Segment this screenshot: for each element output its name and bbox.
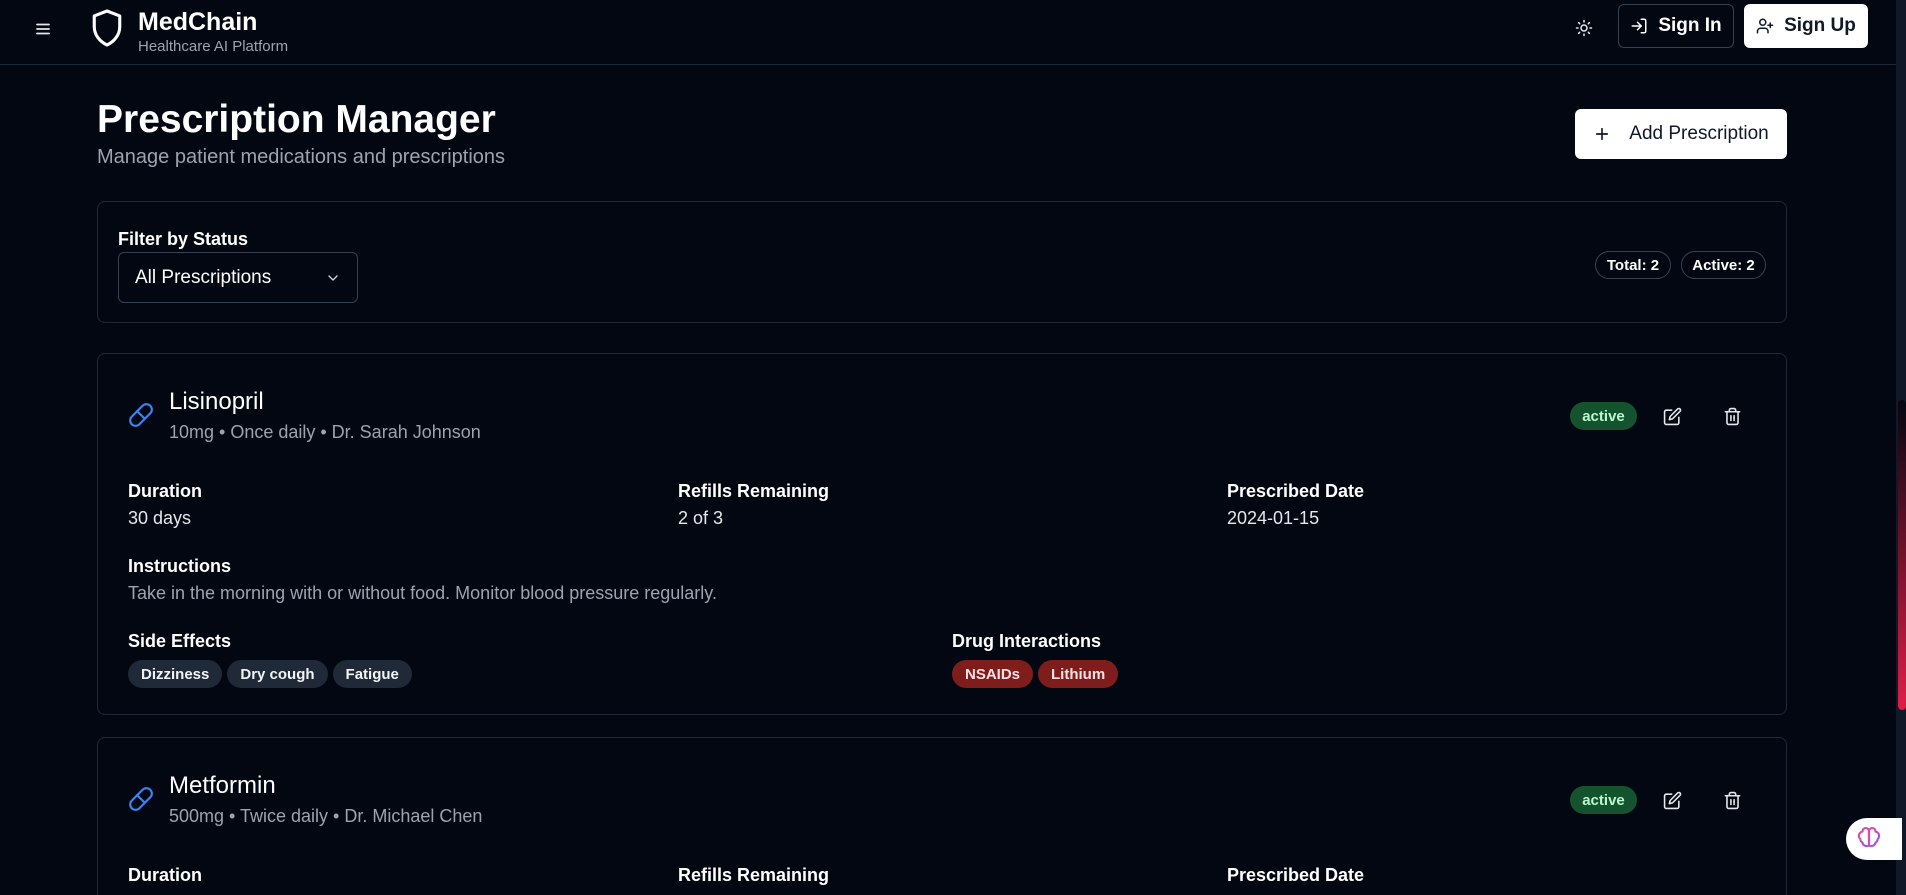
chevron-down-icon xyxy=(328,274,338,281)
instructions-text: Take in the morning with or without food… xyxy=(128,583,717,603)
prescribed-date-value: 2024-01-15 xyxy=(1227,508,1320,528)
refills-value: 2 of 3 xyxy=(678,508,724,528)
scrollbar-thumb[interactable] xyxy=(1898,400,1906,710)
add-prescription-label: Add Prescription xyxy=(1629,123,1769,144)
status-filter-select[interactable]: All Prescriptions xyxy=(118,252,358,303)
drug-interactions-list: NSAIDs Lithium xyxy=(952,660,1119,688)
log-in-icon xyxy=(1631,18,1647,34)
prescription-meta: 10mg • Once daily • Dr. Sarah Johnson xyxy=(169,422,481,442)
edit-button[interactable] xyxy=(1658,786,1686,814)
edit-icon xyxy=(1663,791,1681,809)
prescription-name: Metformin xyxy=(169,772,276,799)
sign-up-label: Sign Up xyxy=(1784,15,1856,36)
filter-card: Filter by Status All Prescriptions Total… xyxy=(97,201,1787,323)
menu-icon xyxy=(36,23,50,35)
edit-button[interactable] xyxy=(1658,402,1686,430)
active-count-badge: Active: 2 xyxy=(1681,251,1766,279)
drug-interaction-chip: NSAIDs xyxy=(952,660,1034,688)
prescription-meta: 500mg • Twice daily • Dr. Michael Chen xyxy=(169,806,483,826)
side-effects-label: Side Effects xyxy=(128,631,232,651)
prescription-card: Lisinopril 10mg • Once daily • Dr. Sarah… xyxy=(97,353,1787,715)
user-plus-icon xyxy=(1756,18,1774,34)
drug-interactions-label: Drug Interactions xyxy=(952,631,1102,651)
side-effects-list: Dizziness Dry cough Fatigue xyxy=(128,660,412,688)
edit-icon xyxy=(1663,407,1681,425)
pill-icon xyxy=(129,403,153,427)
sign-in-label: Sign In xyxy=(1658,15,1722,36)
prescription-name: Lisinopril xyxy=(169,388,264,415)
plus-icon xyxy=(1596,127,1609,141)
add-prescription-button[interactable]: Add Prescription xyxy=(1575,109,1787,159)
brain-icon xyxy=(1857,826,1881,848)
brand[interactable]: MedChain Healthcare AI Platform xyxy=(90,8,288,56)
pill-icon xyxy=(129,787,153,811)
side-effect-chip: Fatigue xyxy=(332,660,412,688)
duration-label: Duration xyxy=(128,865,202,885)
filter-label: Filter by Status xyxy=(118,229,249,249)
brand-subtitle: Healthcare AI Platform xyxy=(138,38,289,55)
page-subtitle: Manage patient medications and prescript… xyxy=(97,146,506,168)
side-effect-chip: Dry cough xyxy=(227,660,328,688)
menu-button[interactable] xyxy=(28,14,58,44)
trash-icon xyxy=(1724,791,1740,809)
status-badge: active xyxy=(1570,402,1637,430)
duration-label: Duration xyxy=(128,481,202,501)
trash-icon xyxy=(1724,407,1740,425)
ai-assistant-button[interactable] xyxy=(1846,818,1902,860)
top-navbar: MedChain Healthcare AI Platform Sign In … xyxy=(0,0,1896,65)
brand-title: MedChain xyxy=(138,8,258,36)
side-effect-chip: Dizziness xyxy=(128,660,223,688)
refills-label: Refills Remaining xyxy=(678,865,830,885)
delete-button[interactable] xyxy=(1718,786,1746,814)
prescribed-date-label: Prescribed Date xyxy=(1227,865,1365,885)
prescription-card: Metformin 500mg • Twice daily • Dr. Mich… xyxy=(97,737,1787,895)
delete-button[interactable] xyxy=(1718,402,1746,430)
theme-toggle-button[interactable] xyxy=(1568,12,1600,44)
sun-icon xyxy=(1575,19,1593,37)
duration-value: 30 days xyxy=(128,508,192,528)
total-count-badge: Total: 2 xyxy=(1595,251,1671,279)
instructions-label: Instructions xyxy=(128,556,232,576)
sign-in-button[interactable]: Sign In xyxy=(1618,4,1734,48)
drug-interaction-chip: Lithium xyxy=(1038,660,1119,688)
prescribed-date-label: Prescribed Date xyxy=(1227,481,1365,501)
page-title: Prescription Manager xyxy=(97,98,496,141)
sign-up-button[interactable]: Sign Up xyxy=(1744,4,1868,48)
refills-label: Refills Remaining xyxy=(678,481,830,501)
status-badge: active xyxy=(1570,786,1637,814)
status-filter-value: All Prescriptions xyxy=(135,266,272,288)
shield-icon xyxy=(92,9,122,47)
